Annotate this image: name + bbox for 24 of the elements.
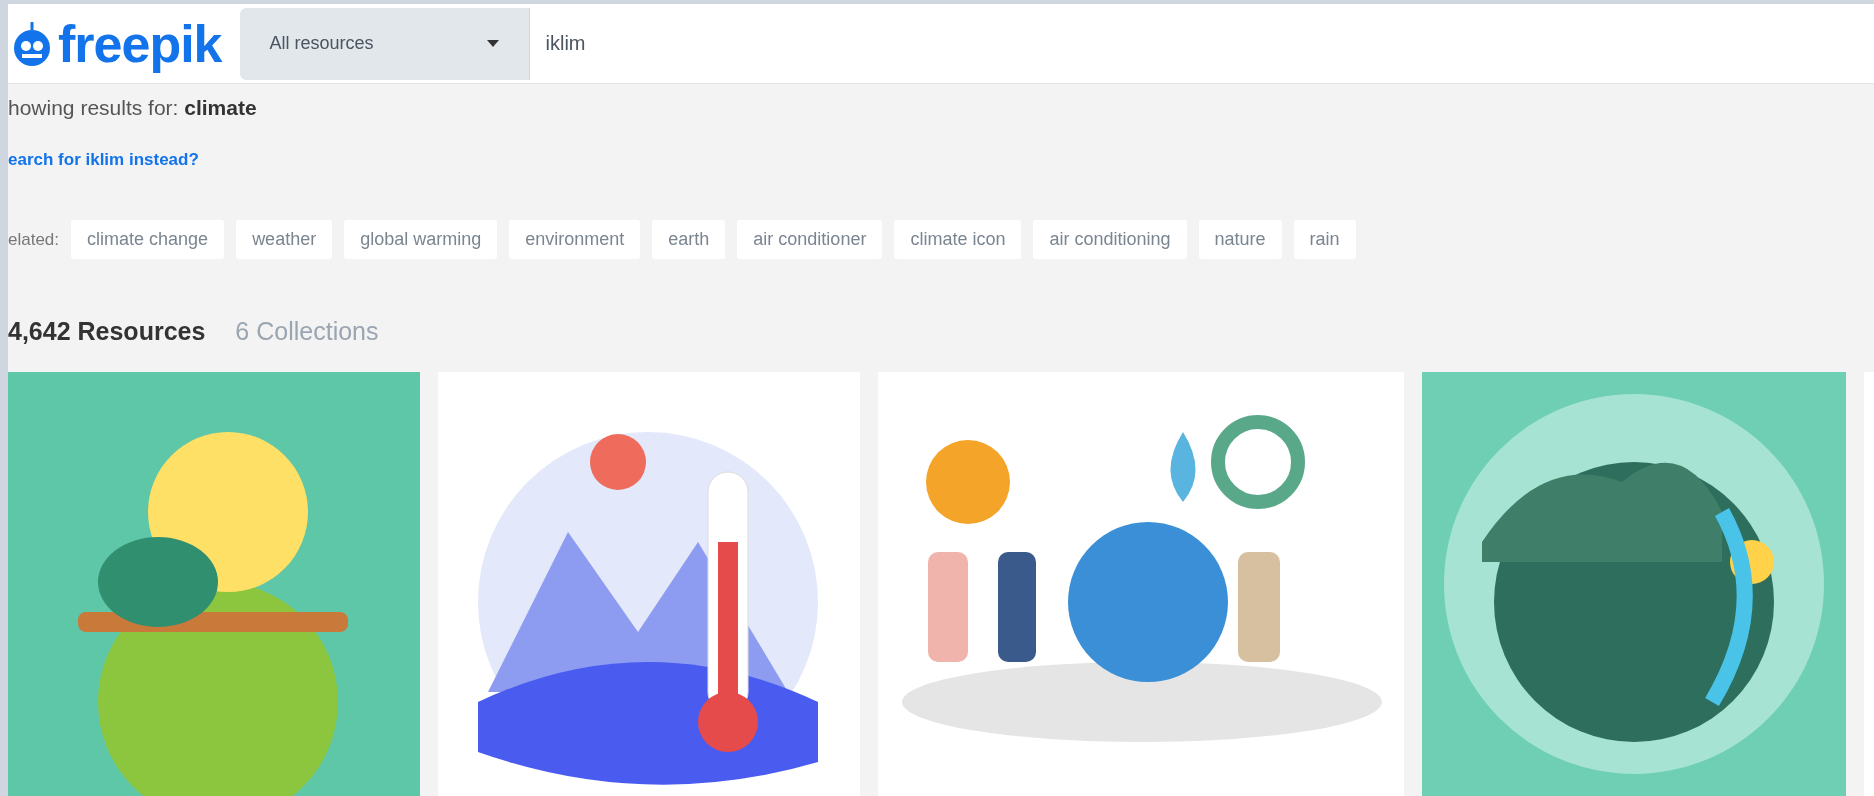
caret-icon: [486, 40, 499, 47]
related-tag[interactable]: weather: [236, 220, 333, 259]
illustration-thumbnail[interactable]: [1422, 372, 1846, 796]
related-label: elated:: [8, 229, 60, 250]
related-tag[interactable]: global warming: [344, 220, 498, 259]
logo-mascot-icon: [12, 19, 52, 68]
resources-count-tab[interactable]: 4,642 Resources: [8, 317, 206, 346]
freepik-logo[interactable]: freepik: [12, 13, 222, 74]
illustration-thumbnail[interactable]: [8, 372, 420, 796]
illustration-thumbnail[interactable]: [438, 372, 860, 796]
related-tag[interactable]: climate change: [71, 220, 225, 259]
collections-count-tab[interactable]: 6 Collections: [235, 317, 379, 346]
related-tag[interactable]: environment: [509, 220, 641, 259]
related-tag[interactable]: climate icon: [894, 220, 1022, 259]
results-notice: howing results for: climate: [8, 96, 258, 120]
illustration-thumbnail[interactable]: [878, 372, 1404, 796]
related-tag[interactable]: rain: [1293, 220, 1356, 259]
related-tag[interactable]: air conditioner: [737, 220, 883, 259]
related-tag[interactable]: earth: [652, 220, 726, 259]
related-tag[interactable]: air conditioning: [1033, 220, 1187, 259]
alternative-search-link[interactable]: earch for iklim instead?: [8, 150, 199, 169]
search-field[interactable]: iklim: [529, 7, 1874, 80]
category-dropdown[interactable]: All resources: [239, 7, 530, 80]
related-tag[interactable]: nature: [1198, 220, 1282, 259]
